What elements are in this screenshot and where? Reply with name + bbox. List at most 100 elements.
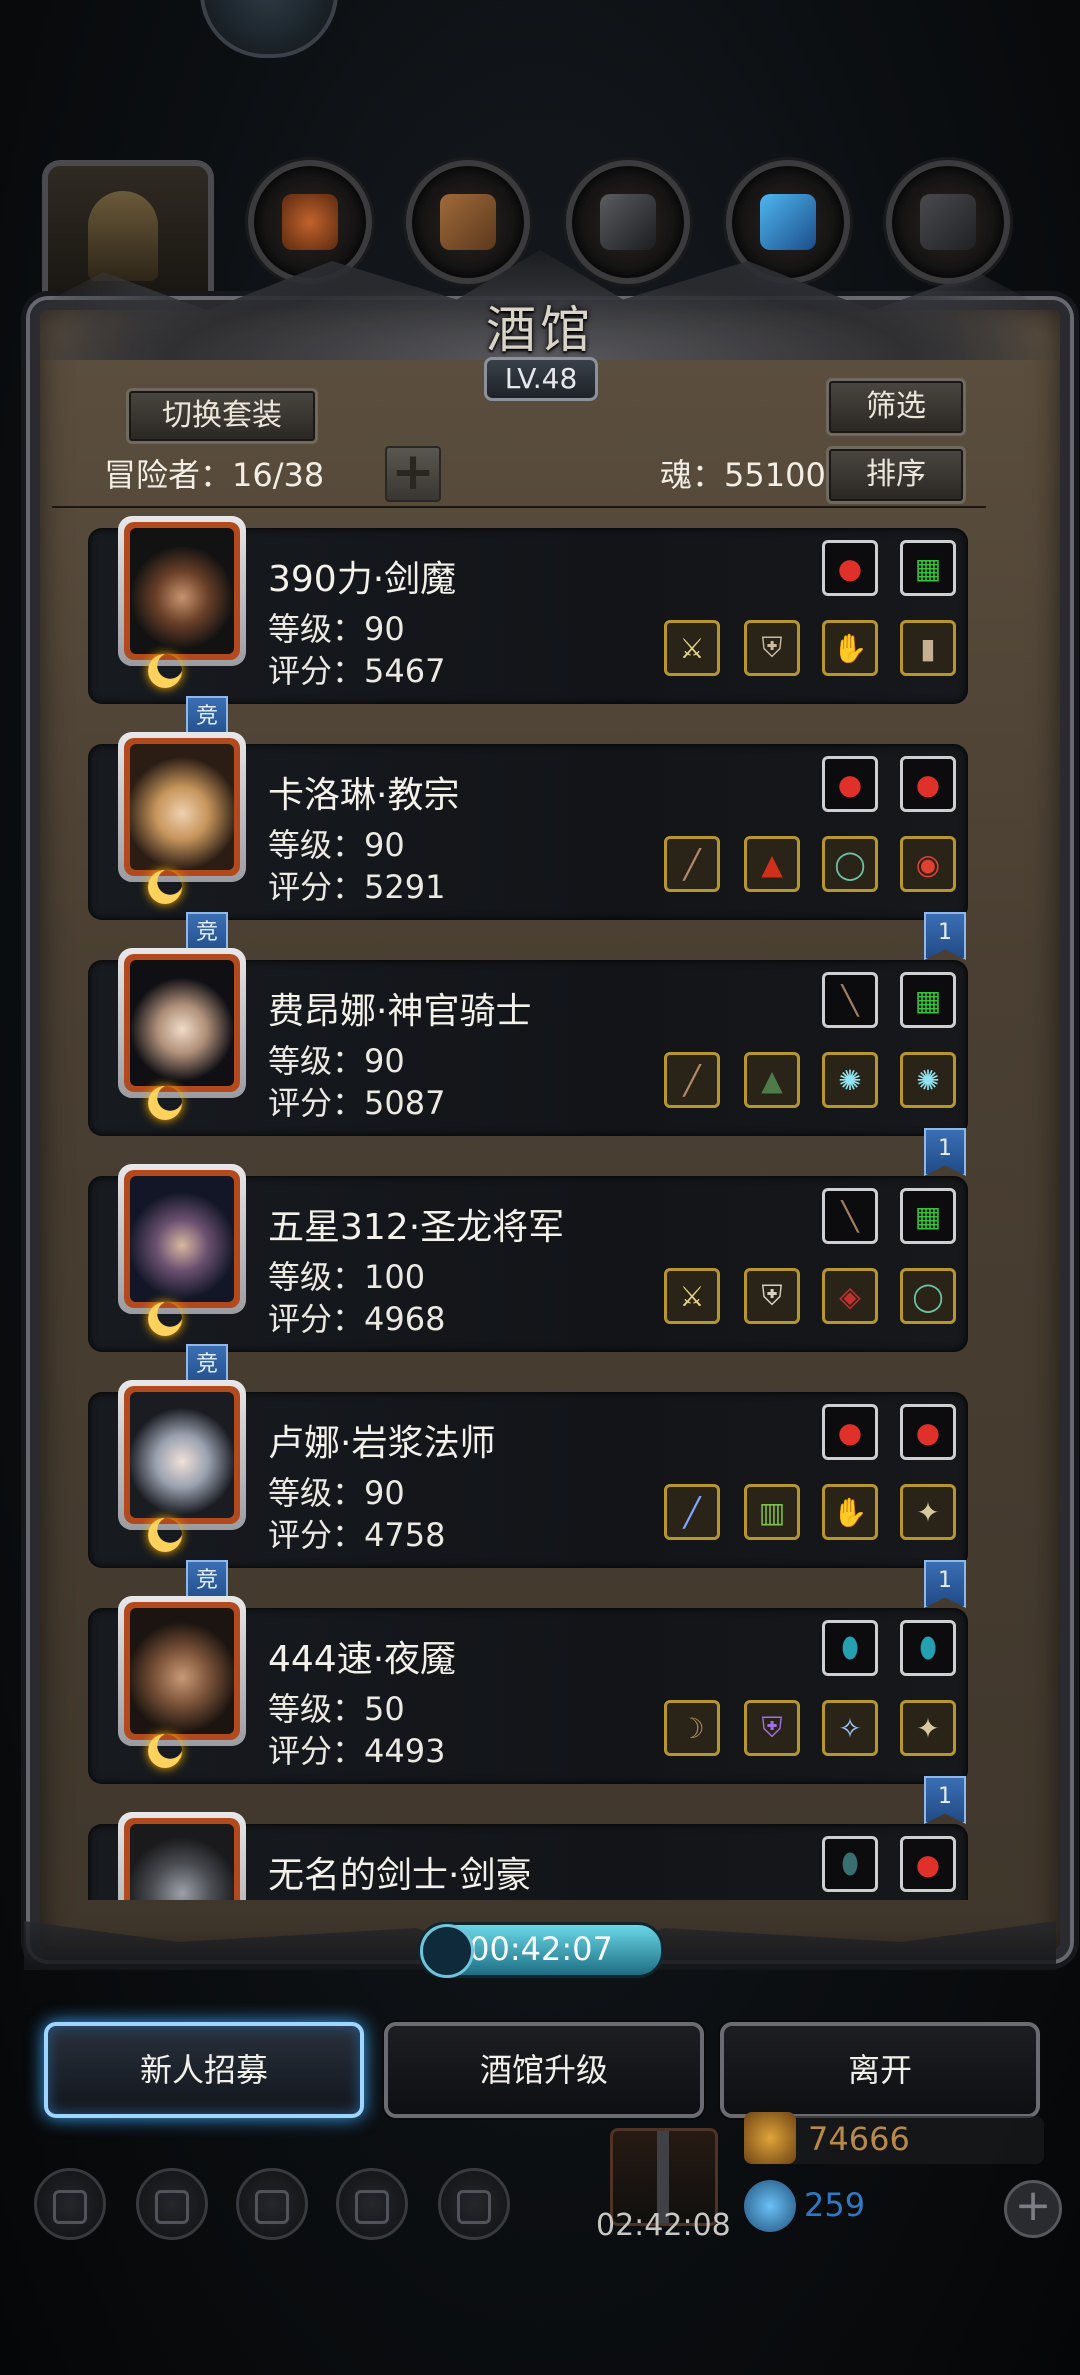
tab-gloves[interactable] bbox=[248, 160, 372, 284]
armor-icon[interactable]: ⛨ bbox=[744, 1268, 800, 1324]
hero-level: 等级：100 bbox=[268, 1258, 426, 1296]
ruby-ring-icon[interactable]: ◉ bbox=[900, 836, 956, 892]
moon-icon bbox=[148, 870, 182, 904]
sort-button[interactable]: 排序 bbox=[826, 446, 966, 504]
hero-name: 390力·剑魔 bbox=[268, 559, 457, 600]
gold-count: 74666 bbox=[808, 2120, 910, 2158]
hero-score: 评分：5467 bbox=[268, 652, 446, 690]
filter-button[interactable]: 筛选 bbox=[826, 378, 966, 436]
hero-portrait bbox=[118, 1380, 246, 1530]
boots-icon[interactable]: ▮ bbox=[900, 620, 956, 676]
bow-icon[interactable]: ☽ bbox=[664, 1700, 720, 1756]
claw-icon[interactable]: ✦ bbox=[900, 1700, 956, 1756]
moon-icon bbox=[148, 1086, 182, 1120]
dagger-icon[interactable]: ╲ bbox=[822, 972, 878, 1028]
divider bbox=[52, 506, 986, 508]
gauntlet-icon[interactable]: ✋ bbox=[822, 620, 878, 676]
leave-button[interactable]: 离开 bbox=[720, 2022, 1040, 2118]
page-title: 酒馆 bbox=[486, 301, 594, 359]
tavern-upgrade-button[interactable]: 酒馆升级 bbox=[384, 2022, 704, 2118]
hero-name: 卡洛琳·教宗 bbox=[268, 775, 460, 816]
team-bookmark: 1 bbox=[924, 912, 966, 960]
hero-portrait bbox=[118, 1812, 246, 1900]
settings-icon[interactable] bbox=[34, 2168, 106, 2240]
red-gem-icon[interactable]: ● bbox=[822, 1404, 878, 1460]
hero-level: 等级：90 bbox=[268, 1474, 405, 1512]
add-slot-button[interactable]: + bbox=[385, 446, 441, 502]
dagger-icon[interactable]: ╲ bbox=[822, 1188, 878, 1244]
gem-count: 259 bbox=[804, 2186, 866, 2224]
teal-gem-icon[interactable]: ⬮ bbox=[822, 1836, 878, 1892]
staff-icon[interactable]: ╱ bbox=[664, 1052, 720, 1108]
hero-card[interactable]: 五星312·圣龙将军 等级：100 评分：4968 ╲ ▦ ⚔ ⛨ ◈ ◯ bbox=[88, 1164, 968, 1352]
switch-set-button[interactable]: 切换套装 bbox=[126, 388, 318, 444]
gauntlet-icon[interactable]: ✋ bbox=[822, 1484, 878, 1540]
hero-portrait bbox=[118, 1164, 246, 1314]
hero-list[interactable]: 390力·剑魔 等级：90 评分：5467 ● ▦ ⚔ ⛨ ✋ ▮ 竞 卡洛琳·… bbox=[52, 510, 1000, 1900]
teal-gem-icon[interactable]: ⬮ bbox=[900, 1620, 956, 1676]
teal-gem-icon[interactable]: ⬮ bbox=[822, 1620, 878, 1676]
hero-card[interactable]: 费昂娜·神官骑士 等级：90 评分：5087 ╲ ▦ ╱ ▲ ✺ ✺ bbox=[88, 948, 968, 1136]
sword-icon[interactable]: ⚔ bbox=[664, 620, 720, 676]
moon-icon bbox=[148, 1734, 182, 1768]
tab-wood[interactable] bbox=[406, 160, 530, 284]
armor-icon[interactable]: ⛨ bbox=[744, 620, 800, 676]
hero-score: 评分：4493 bbox=[268, 1732, 446, 1770]
staff-icon[interactable]: ╱ bbox=[664, 836, 720, 892]
hero-score: 评分：4968 bbox=[268, 1300, 446, 1338]
tab-stone[interactable] bbox=[886, 160, 1010, 284]
hero-name: 费昂娜·神官骑士 bbox=[268, 991, 532, 1032]
team-bookmark: 1 bbox=[924, 1560, 966, 1608]
green-scroll-icon[interactable]: ▦ bbox=[900, 540, 956, 596]
tab-ore[interactable] bbox=[566, 160, 690, 284]
amulet-icon[interactable]: ◈ bbox=[822, 1268, 878, 1324]
wand-icon[interactable]: ╱ bbox=[664, 1484, 720, 1540]
red-gem-icon[interactable]: ● bbox=[822, 540, 878, 596]
hero-name: 无名的剑士·剑豪 bbox=[268, 1855, 532, 1896]
recruit-button[interactable]: 新人招募 bbox=[44, 2022, 364, 2118]
hero-level: 等级：90 bbox=[268, 610, 405, 648]
hero-card[interactable]: 444速·夜魇 等级：50 评分：4493 ⬮ ⬮ ☽ ⛨ ✧ ✦ bbox=[88, 1596, 968, 1784]
stone-icon bbox=[920, 194, 976, 250]
hero-name: 444速·夜魇 bbox=[268, 1639, 457, 1680]
hero-card[interactable]: 无名的剑士·剑豪 ⬮ ● bbox=[88, 1812, 968, 1900]
green-scroll-icon[interactable]: ▦ bbox=[900, 1188, 956, 1244]
mail-icon[interactable] bbox=[336, 2168, 408, 2240]
moon-icon bbox=[148, 654, 182, 688]
hero-card[interactable]: 390力·剑魔 等级：90 评分：5467 ● ▦ ⚔ ⛨ ✋ ▮ bbox=[88, 516, 968, 704]
add-gems-button[interactable]: + bbox=[1004, 2180, 1062, 2238]
claw-icon[interactable]: ✦ bbox=[900, 1484, 956, 1540]
red-gem-icon[interactable]: ● bbox=[900, 1404, 956, 1460]
cloak-icon[interactable]: ▲ bbox=[744, 1052, 800, 1108]
chainmail-icon[interactable]: ▥ bbox=[744, 1484, 800, 1540]
hero-card[interactable]: 卢娜·岩浆法师 等级：90 评分：4758 ● ● ╱ ▥ ✋ ✦ bbox=[88, 1380, 968, 1568]
ring-icon[interactable]: ◯ bbox=[900, 1268, 956, 1324]
star-icon[interactable] bbox=[136, 2168, 208, 2240]
hero-level: 等级：90 bbox=[268, 1042, 405, 1080]
red-gem-icon[interactable]: ● bbox=[900, 1836, 956, 1892]
robe-icon[interactable]: ▲ bbox=[744, 836, 800, 892]
gift-timer: 02:42:08 bbox=[596, 2208, 731, 2243]
green-scroll-icon[interactable]: ▦ bbox=[900, 972, 956, 1028]
helmet-icon bbox=[88, 191, 158, 281]
mascot-icon[interactable] bbox=[200, 0, 338, 58]
bracelet-icon[interactable]: ✺ bbox=[822, 1052, 878, 1108]
gem-icon bbox=[744, 2180, 796, 2232]
ring-icon[interactable]: ◯ bbox=[822, 836, 878, 892]
clock-icon bbox=[420, 1924, 474, 1978]
guild-icon[interactable] bbox=[236, 2168, 308, 2240]
bracelet-icon[interactable]: ✺ bbox=[900, 1052, 956, 1108]
sword-icon[interactable]: ⚔ bbox=[664, 1268, 720, 1324]
purple-armor-icon[interactable]: ⛨ bbox=[744, 1700, 800, 1756]
hero-score: 评分：4758 bbox=[268, 1516, 446, 1554]
feather-icon bbox=[760, 194, 816, 250]
hero-portrait bbox=[118, 516, 246, 666]
hero-card[interactable]: 卡洛琳·教宗 等级：90 评分：5291 ● ● ╱ ▲ ◯ ◉ bbox=[88, 732, 968, 920]
blade-icon[interactable]: ✧ bbox=[822, 1700, 878, 1756]
red-gem-icon[interactable]: ● bbox=[900, 756, 956, 812]
red-gem-icon[interactable]: ● bbox=[822, 756, 878, 812]
hero-portrait bbox=[118, 948, 246, 1098]
hero-portrait bbox=[118, 732, 246, 882]
hero-level: 等级：50 bbox=[268, 1690, 405, 1728]
achievement-icon[interactable] bbox=[438, 2168, 510, 2240]
